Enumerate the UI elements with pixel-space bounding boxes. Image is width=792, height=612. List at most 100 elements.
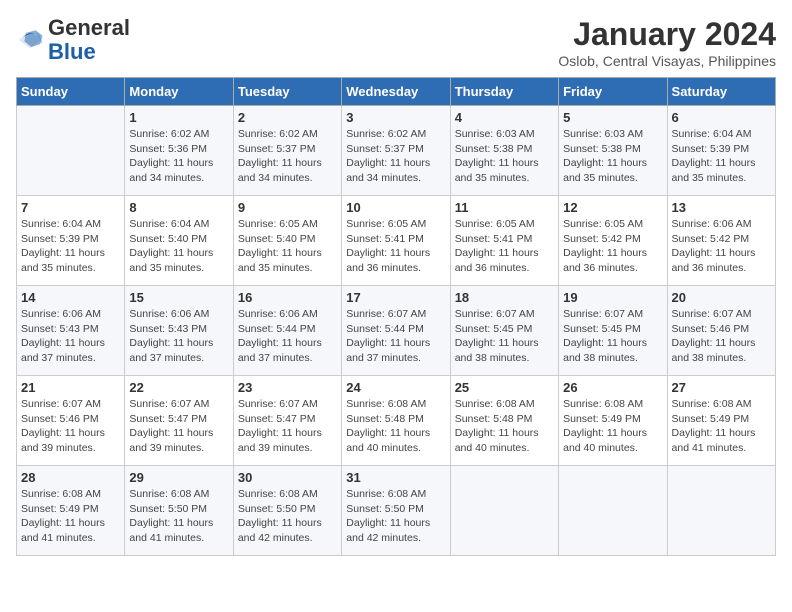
weekday-header-tuesday: Tuesday	[233, 78, 341, 106]
day-number: 14	[21, 290, 120, 305]
day-number: 12	[563, 200, 662, 215]
day-info: Sunrise: 6:02 AMSunset: 5:37 PMDaylight:…	[238, 127, 337, 186]
logo: General Blue	[16, 16, 130, 64]
day-number: 19	[563, 290, 662, 305]
calendar-cell: 8 Sunrise: 6:04 AMSunset: 5:40 PMDaylight…	[125, 196, 233, 286]
day-number: 29	[129, 470, 228, 485]
calendar-table: SundayMondayTuesdayWednesdayThursdayFrid…	[16, 77, 776, 556]
calendar-cell: 1Sunrise: 6:02 AMSunset: 5:36 PMDaylight…	[125, 106, 233, 196]
day-info: Sunrise: 6:06 AMSunset: 5:44 PMDaylight:…	[238, 307, 337, 366]
day-number: 8	[129, 200, 228, 215]
calendar-cell: 3 Sunrise: 6:02 AMSunset: 5:37 PMDaylight…	[342, 106, 450, 196]
calendar-cell: 18 Sunrise: 6:07 AMSunset: 5:45 PMDayligh…	[450, 286, 558, 376]
calendar-cell: 12 Sunrise: 6:05 AMSunset: 5:42 PMDayligh…	[559, 196, 667, 286]
day-info: Sunrise: 6:07 AMSunset: 5:46 PMDaylight:…	[672, 307, 771, 366]
day-number: 25	[455, 380, 554, 395]
calendar-cell: 2 Sunrise: 6:02 AMSunset: 5:37 PMDaylight…	[233, 106, 341, 196]
calendar-cell: 16Sunrise: 6:06 AMSunset: 5:44 PMDayligh…	[233, 286, 341, 376]
week-row-1: 1Sunrise: 6:02 AMSunset: 5:36 PMDaylight…	[17, 106, 776, 196]
logo-icon	[16, 26, 44, 54]
day-info: Sunrise: 6:05 AMSunset: 5:40 PMDaylight:…	[238, 217, 337, 276]
day-number: 28	[21, 470, 120, 485]
day-info: Sunrise: 6:04 AMSunset: 5:40 PMDaylight:…	[129, 217, 228, 276]
calendar-cell: 26 Sunrise: 6:08 AMSunset: 5:49 PMDayligh…	[559, 376, 667, 466]
day-number: 18	[455, 290, 554, 305]
day-info: Sunrise: 6:08 AMSunset: 5:49 PMDaylight:…	[672, 397, 771, 456]
calendar-cell: 27Sunrise: 6:08 AMSunset: 5:49 PMDayligh…	[667, 376, 775, 466]
day-info: Sunrise: 6:05 AMSunset: 5:41 PMDaylight:…	[455, 217, 554, 276]
weekday-header-saturday: Saturday	[667, 78, 775, 106]
day-number: 13	[672, 200, 771, 215]
day-info: Sunrise: 6:08 AMSunset: 5:49 PMDaylight:…	[563, 397, 662, 456]
day-info: Sunrise: 6:08 AMSunset: 5:50 PMDaylight:…	[129, 487, 228, 546]
day-info: Sunrise: 6:05 AMSunset: 5:42 PMDaylight:…	[563, 217, 662, 276]
day-number: 2	[238, 110, 337, 125]
calendar-cell: 30 Sunrise: 6:08 AMSunset: 5:50 PMDayligh…	[233, 466, 341, 556]
calendar-cell: 14 Sunrise: 6:06 AMSunset: 5:43 PMDayligh…	[17, 286, 125, 376]
calendar-cell: 4 Sunrise: 6:03 AMSunset: 5:38 PMDaylight…	[450, 106, 558, 196]
day-number: 22	[129, 380, 228, 395]
day-info: Sunrise: 6:07 AMSunset: 5:45 PMDaylight:…	[455, 307, 554, 366]
day-number: 5	[563, 110, 662, 125]
logo-text: General Blue	[48, 16, 130, 64]
day-number: 3	[346, 110, 445, 125]
weekday-header-thursday: Thursday	[450, 78, 558, 106]
day-number: 4	[455, 110, 554, 125]
day-info: Sunrise: 6:08 AMSunset: 5:48 PMDaylight:…	[346, 397, 445, 456]
weekday-header-wednesday: Wednesday	[342, 78, 450, 106]
calendar-cell: 20 Sunrise: 6:07 AMSunset: 5:46 PMDayligh…	[667, 286, 775, 376]
calendar-cell: 29 Sunrise: 6:08 AMSunset: 5:50 PMDayligh…	[125, 466, 233, 556]
day-number: 17	[346, 290, 445, 305]
day-info: Sunrise: 6:07 AMSunset: 5:44 PMDaylight:…	[346, 307, 445, 366]
day-number: 1	[129, 110, 228, 125]
day-info: Sunrise: 6:06 AMSunset: 5:43 PMDaylight:…	[21, 307, 120, 366]
day-info: Sunrise: 6:07 AMSunset: 5:47 PMDaylight:…	[238, 397, 337, 456]
day-info: Sunrise: 6:07 AMSunset: 5:46 PMDaylight:…	[21, 397, 120, 456]
calendar-cell: 19 Sunrise: 6:07 AMSunset: 5:45 PMDayligh…	[559, 286, 667, 376]
calendar-cell: 15Sunrise: 6:06 AMSunset: 5:43 PMDayligh…	[125, 286, 233, 376]
day-info: Sunrise: 6:04 AMSunset: 5:39 PMDaylight:…	[672, 127, 771, 186]
day-info: Sunrise: 6:02 AMSunset: 5:37 PMDaylight:…	[346, 127, 445, 186]
title-area: January 2024 Oslob, Central Visayas, Phi…	[558, 16, 776, 69]
day-number: 26	[563, 380, 662, 395]
weekday-header-row: SundayMondayTuesdayWednesdayThursdayFrid…	[17, 78, 776, 106]
week-row-5: 28 Sunrise: 6:08 AMSunset: 5:49 PMDayligh…	[17, 466, 776, 556]
calendar-cell: 31Sunrise: 6:08 AMSunset: 5:50 PMDayligh…	[342, 466, 450, 556]
day-info: Sunrise: 6:03 AMSunset: 5:38 PMDaylight:…	[455, 127, 554, 186]
calendar-cell	[559, 466, 667, 556]
weekday-header-friday: Friday	[559, 78, 667, 106]
day-info: Sunrise: 6:08 AMSunset: 5:49 PMDaylight:…	[21, 487, 120, 546]
calendar-cell: 10Sunrise: 6:05 AMSunset: 5:41 PMDayligh…	[342, 196, 450, 286]
day-info: Sunrise: 6:06 AMSunset: 5:42 PMDaylight:…	[672, 217, 771, 276]
calendar-cell: 11 Sunrise: 6:05 AMSunset: 5:41 PMDayligh…	[450, 196, 558, 286]
week-row-3: 14 Sunrise: 6:06 AMSunset: 5:43 PMDayligh…	[17, 286, 776, 376]
day-number: 24	[346, 380, 445, 395]
calendar-cell: 25 Sunrise: 6:08 AMSunset: 5:48 PMDayligh…	[450, 376, 558, 466]
day-number: 9	[238, 200, 337, 215]
day-info: Sunrise: 6:08 AMSunset: 5:48 PMDaylight:…	[455, 397, 554, 456]
calendar-cell: 24 Sunrise: 6:08 AMSunset: 5:48 PMDayligh…	[342, 376, 450, 466]
day-info: Sunrise: 6:08 AMSunset: 5:50 PMDaylight:…	[346, 487, 445, 546]
day-number: 21	[21, 380, 120, 395]
day-info: Sunrise: 6:08 AMSunset: 5:50 PMDaylight:…	[238, 487, 337, 546]
calendar-cell: 28 Sunrise: 6:08 AMSunset: 5:49 PMDayligh…	[17, 466, 125, 556]
day-number: 6	[672, 110, 771, 125]
day-number: 30	[238, 470, 337, 485]
header: General Blue January 2024 Oslob, Central…	[16, 16, 776, 69]
day-info: Sunrise: 6:07 AMSunset: 5:45 PMDaylight:…	[563, 307, 662, 366]
calendar-cell: 23 Sunrise: 6:07 AMSunset: 5:47 PMDayligh…	[233, 376, 341, 466]
week-row-2: 7Sunrise: 6:04 AMSunset: 5:39 PMDaylight…	[17, 196, 776, 286]
calendar-cell: 21 Sunrise: 6:07 AMSunset: 5:46 PMDayligh…	[17, 376, 125, 466]
day-number: 23	[238, 380, 337, 395]
calendar-cell	[667, 466, 775, 556]
day-number: 11	[455, 200, 554, 215]
calendar-cell: 13 Sunrise: 6:06 AMSunset: 5:42 PMDayligh…	[667, 196, 775, 286]
weekday-header-monday: Monday	[125, 78, 233, 106]
day-info: Sunrise: 6:03 AMSunset: 5:38 PMDaylight:…	[563, 127, 662, 186]
calendar-cell	[17, 106, 125, 196]
day-number: 20	[672, 290, 771, 305]
day-number: 10	[346, 200, 445, 215]
weekday-header-sunday: Sunday	[17, 78, 125, 106]
calendar-cell: 5 Sunrise: 6:03 AMSunset: 5:38 PMDaylight…	[559, 106, 667, 196]
week-row-4: 21 Sunrise: 6:07 AMSunset: 5:46 PMDayligh…	[17, 376, 776, 466]
